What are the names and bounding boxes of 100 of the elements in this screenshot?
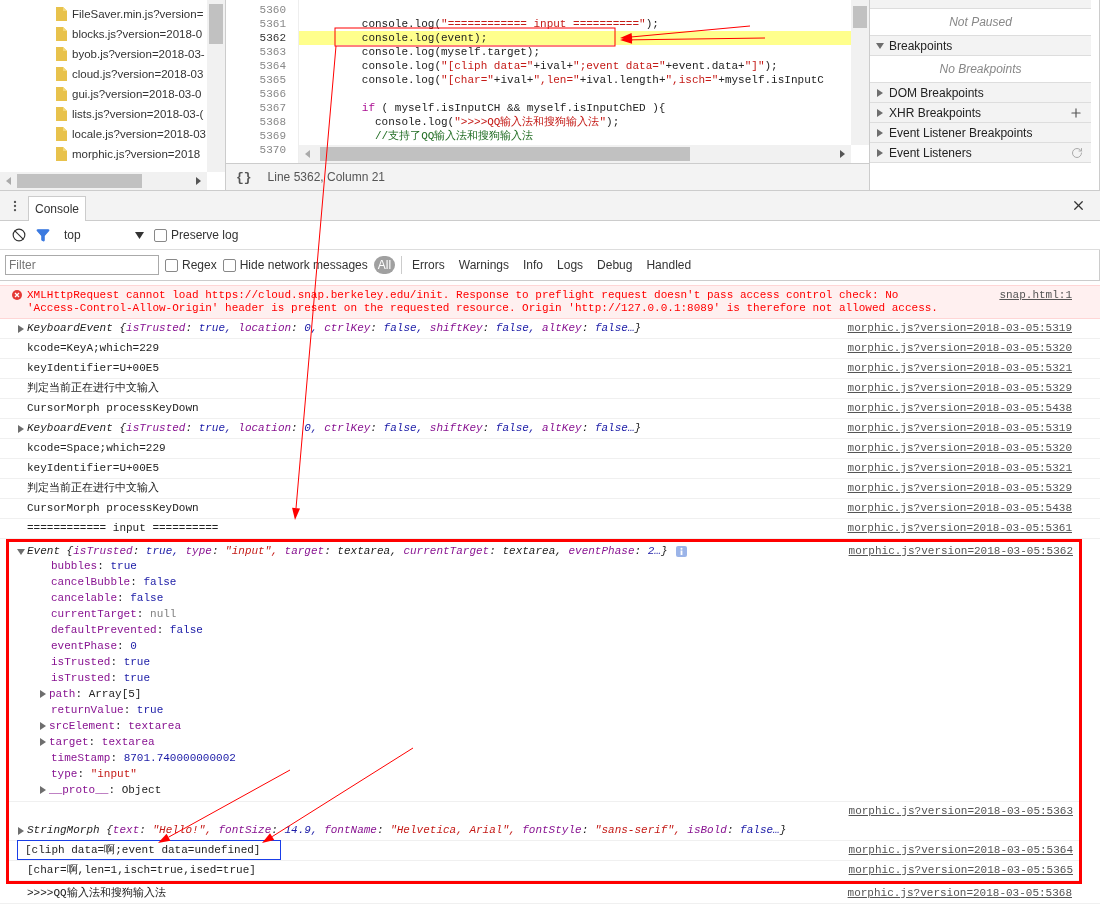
level-filter[interactable]: Handled bbox=[642, 256, 696, 274]
level-filter[interactable]: Debug bbox=[593, 256, 637, 274]
file-tree-item[interactable]: blocks.js?version=2018-0 bbox=[0, 24, 207, 44]
disclosure-triangle-icon[interactable] bbox=[876, 41, 884, 50]
disclosure-triangle-icon[interactable] bbox=[17, 324, 25, 333]
source-link[interactable]: morphic.js?version=2018-03-05:5361 bbox=[847, 522, 1072, 535]
disclosure-triangle-icon[interactable] bbox=[876, 88, 884, 97]
context-select[interactable]: top bbox=[60, 228, 144, 242]
source-link[interactable]: morphic.js?version=2018-03-05:5364 bbox=[848, 844, 1073, 857]
disclosure-triangle-icon[interactable] bbox=[876, 148, 884, 157]
file-tree-item[interactable]: lists.js?version=2018-03-( bbox=[0, 104, 207, 124]
source-link[interactable]: morphic.js?version=2018-03-05:5438 bbox=[847, 502, 1072, 515]
checkbox-box[interactable] bbox=[154, 228, 167, 242]
checkbox-label: Preserve log bbox=[171, 228, 239, 242]
level-filter[interactable]: Logs bbox=[553, 256, 588, 274]
source-link[interactable]: morphic.js?version=2018-03-05:5362 bbox=[848, 545, 1073, 558]
scroll-arrow-icon[interactable] bbox=[840, 150, 845, 158]
checkbox-box[interactable] bbox=[222, 258, 236, 272]
file-tree-item[interactable]: morphic.js?version=2018 bbox=[0, 144, 207, 164]
log-message: keyIdentifier=U+00E5 bbox=[27, 462, 161, 475]
line-number: 5360 bbox=[258, 3, 287, 17]
scrollbar[interactable] bbox=[851, 0, 869, 145]
disclosure-triangle-icon[interactable] bbox=[876, 128, 884, 137]
code-line: console.log(event); bbox=[360, 31, 488, 45]
sidebar-section-header[interactable]: Breakpoints bbox=[870, 36, 1091, 56]
scroll-arrow-icon[interactable] bbox=[196, 177, 201, 185]
scrollbar[interactable] bbox=[299, 145, 851, 163]
source-link[interactable]: morphic.js?version=2018-03-05:5320 bbox=[847, 342, 1072, 355]
log-message: [char=啊,len=1,isch=true,ised=true] bbox=[27, 864, 257, 877]
file-tree-item[interactable]: locale.js?version=2018-03 bbox=[0, 124, 207, 144]
source-link[interactable]: morphic.js?version=2018-03-05:5319 bbox=[847, 422, 1072, 435]
scrollbar[interactable] bbox=[0, 172, 207, 190]
object-property: currentTarget: null bbox=[51, 607, 177, 621]
disclosure-triangle-icon[interactable] bbox=[39, 722, 47, 730]
source-link[interactable]: snap.html:1 bbox=[999, 289, 1072, 302]
log-message: CursorMorph processKeyDown bbox=[27, 502, 200, 515]
sidebar-section-header[interactable]: Event Listeners bbox=[870, 143, 1091, 163]
checkbox[interactable]: Regex bbox=[165, 258, 217, 272]
file-tree-item[interactable]: byob.js?version=2018-03- bbox=[0, 44, 207, 64]
log-message: CursorMorph processKeyDown bbox=[27, 402, 200, 415]
source-link[interactable]: morphic.js?version=2018-03-05:5329 bbox=[847, 482, 1072, 495]
sidebar-section-header[interactable]: DOM Breakpoints bbox=[870, 83, 1091, 103]
file-tree-item[interactable]: gui.js?version=2018-03-0 bbox=[0, 84, 207, 104]
file-icon bbox=[56, 127, 67, 141]
add-icon[interactable] bbox=[1069, 105, 1083, 120]
level-filter[interactable]: Errors bbox=[408, 256, 449, 274]
source-link[interactable]: morphic.js?version=2018-03-05:5438 bbox=[847, 402, 1072, 415]
line-number: 5366 bbox=[258, 87, 287, 101]
source-link[interactable]: morphic.js?version=2018-03-05:5329 bbox=[847, 382, 1072, 395]
code-line: if ( myself.isInputCH && myself.isInputChED ){ bbox=[360, 101, 666, 115]
code-line: console.log(myself.target); bbox=[360, 45, 541, 59]
object-preview: KeyboardEvent {isTrusted: true, location: 0, ctrlKey: false, shiftKey: false, altKey: false…} bbox=[27, 422, 642, 435]
disclosure-triangle-icon[interactable] bbox=[17, 826, 25, 835]
drawer-tab[interactable]: Console bbox=[28, 196, 87, 221]
section-title: XHR Breakpoints bbox=[889, 105, 982, 120]
source-link[interactable]: morphic.js?version=2018-03-05:5363 bbox=[848, 805, 1073, 818]
object-property: returnValue: true bbox=[51, 703, 164, 717]
disclosure-triangle-icon[interactable] bbox=[876, 108, 884, 117]
object-property: __proto__: Object bbox=[49, 783, 162, 797]
filter-icon[interactable] bbox=[36, 228, 50, 242]
disclosure-triangle-icon[interactable] bbox=[39, 738, 47, 746]
source-link[interactable]: morphic.js?version=2018-03-05:5321 bbox=[847, 462, 1072, 475]
close-icon[interactable] bbox=[1071, 198, 1086, 213]
disclosure-triangle-icon[interactable] bbox=[39, 690, 47, 698]
source-link[interactable]: morphic.js?version=2018-03-05:5320 bbox=[847, 442, 1072, 455]
file-icon bbox=[56, 67, 67, 81]
filter-field[interactable]: Filter bbox=[5, 255, 159, 275]
file-icon bbox=[56, 87, 67, 101]
object-property: cancelable: false bbox=[51, 591, 164, 605]
pretty-print-button[interactable]: {} bbox=[236, 169, 252, 185]
context-label: top bbox=[64, 228, 81, 242]
object-property: isTrusted: true bbox=[51, 671, 151, 685]
file-icon bbox=[56, 107, 67, 121]
sidebar-section-header[interactable]: XHR Breakpoints bbox=[870, 103, 1091, 123]
code-line: //支持了QQ输入法和搜狗输入法 bbox=[374, 129, 534, 143]
level-filter[interactable]: Warnings bbox=[454, 256, 513, 274]
file-tree-item[interactable]: FileSaver.min.js?version= bbox=[0, 4, 207, 24]
object-preview: Event {isTrusted: true, type: "input", target: textarea, currentTarget: textarea, eventPhase: 2…} bbox=[27, 545, 668, 558]
object-property: bubbles: true bbox=[51, 559, 137, 573]
source-link[interactable]: morphic.js?version=2018-03-05:5368 bbox=[847, 887, 1072, 900]
file-tree-item[interactable]: cloud.js?version=2018-03 bbox=[0, 64, 207, 84]
disclosure-triangle-icon[interactable] bbox=[17, 424, 25, 433]
line-number: 5362 bbox=[258, 31, 287, 45]
disclosure-triangle-icon[interactable] bbox=[17, 547, 25, 556]
object-property: isTrusted: true bbox=[51, 655, 151, 669]
object-property: defaultPrevented: false bbox=[51, 623, 203, 637]
object-property: timeStamp: 8701.740000000002 bbox=[51, 751, 236, 765]
checkbox-box[interactable] bbox=[165, 258, 178, 272]
line-number: 5365 bbox=[258, 73, 287, 87]
source-link[interactable]: morphic.js?version=2018-03-05:5365 bbox=[848, 864, 1073, 877]
disclosure-triangle-icon[interactable] bbox=[39, 786, 47, 794]
sidebar-section-header[interactable]: Event Listener Breakpoints bbox=[870, 123, 1091, 143]
checkbox[interactable]: Preserve log bbox=[154, 228, 239, 242]
level-filter[interactable]: Info bbox=[519, 256, 548, 274]
scrollbar[interactable] bbox=[207, 0, 225, 172]
source-link[interactable]: morphic.js?version=2018-03-05:5321 bbox=[847, 362, 1072, 375]
file-icon bbox=[56, 147, 67, 161]
object-property: cancelBubble: false bbox=[51, 575, 177, 589]
clear-icon[interactable] bbox=[12, 228, 26, 242]
source-link[interactable]: morphic.js?version=2018-03-05:5319 bbox=[847, 322, 1072, 335]
